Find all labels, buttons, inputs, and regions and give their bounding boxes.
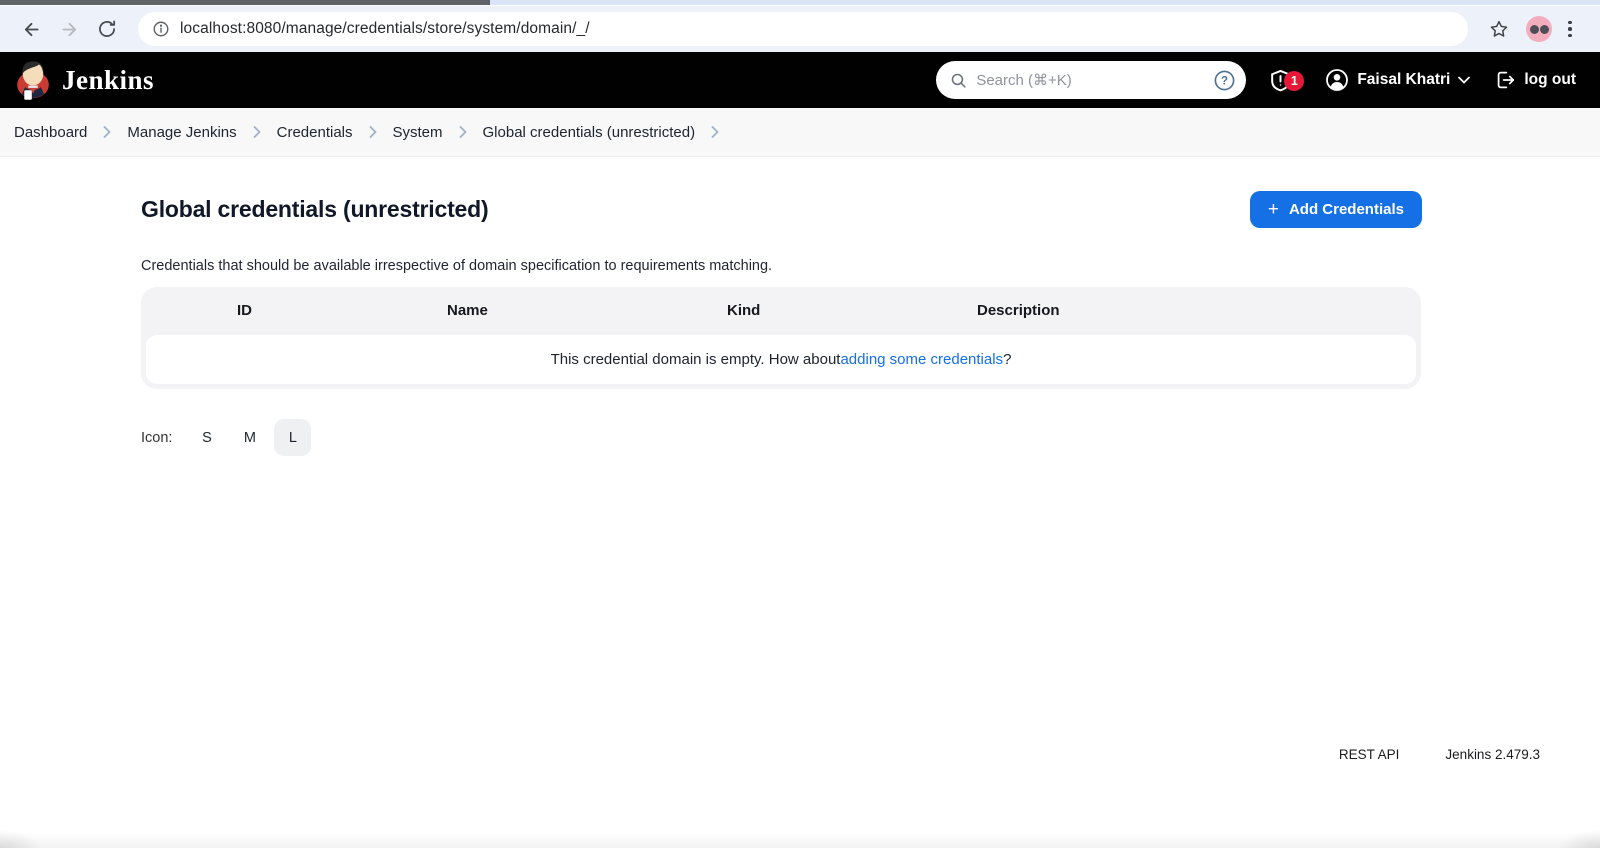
breadcrumb-chevron-icon[interactable] <box>711 126 719 138</box>
sunglasses-icon <box>1529 24 1539 34</box>
security-warnings-button[interactable]: 1 <box>1268 68 1305 93</box>
jenkins-wordmark: Jenkins <box>62 64 155 95</box>
window-corner-shading <box>0 822 1600 848</box>
title-row: Global credentials (unrestricted) + Add … <box>0 157 1600 228</box>
column-header-kind: Kind <box>727 302 761 319</box>
toolbar-right <box>1482 12 1578 46</box>
add-credentials-button[interactable]: + Add Credentials <box>1249 191 1422 228</box>
logout-button[interactable]: log out <box>1494 69 1576 91</box>
browser-forward-button[interactable] <box>52 12 86 46</box>
icon-size-label: Icon: <box>141 429 173 446</box>
url-text[interactable]: localhost:8080/manage/credentials/store/… <box>180 20 590 38</box>
browser-menu-icon[interactable] <box>1562 15 1578 44</box>
bookmark-star-icon[interactable] <box>1482 12 1516 46</box>
breadcrumb-item-dashboard[interactable]: Dashboard <box>14 124 87 141</box>
address-bar[interactable]: localhost:8080/manage/credentials/store/… <box>138 12 1468 46</box>
breadcrumb-chevron-icon <box>369 126 377 138</box>
browser-back-button[interactable] <box>14 12 48 46</box>
reload-icon <box>99 20 116 37</box>
user-menu[interactable]: Faisal Khatri <box>1325 68 1471 92</box>
browser-tab-edge <box>0 0 490 5</box>
browser-profile-avatar[interactable] <box>1526 16 1552 42</box>
breadcrumb: Dashboard Manage Jenkins Credentials Sys… <box>0 108 1600 157</box>
notification-count-badge: 1 <box>1284 70 1305 91</box>
column-header-name: Name <box>447 302 488 319</box>
credentials-table: ID Name Kind Description This credential… <box>141 287 1421 389</box>
credentials-table-header: ID Name Kind Description <box>141 287 1421 335</box>
forward-arrow-icon <box>61 22 76 36</box>
main-content: Global credentials (unrestricted) + Add … <box>0 157 1600 798</box>
breadcrumb-chevron-icon <box>253 126 261 138</box>
browser-window: localhost:8080/manage/credentials/store/… <box>0 0 1600 848</box>
rest-api-link[interactable]: REST API <box>1339 747 1400 762</box>
breadcrumb-item-system[interactable]: System <box>393 124 443 141</box>
browser-toolbar: localhost:8080/manage/credentials/store/… <box>0 5 1600 52</box>
domain-description: Credentials that should be available irr… <box>141 258 773 274</box>
search-help-icon[interactable]: ? <box>1213 69 1236 92</box>
search-input[interactable] <box>976 71 1205 89</box>
column-header-description: Description <box>977 302 1060 319</box>
logout-icon <box>1498 71 1515 89</box>
icon-size-medium-button[interactable]: M <box>231 419 268 456</box>
site-info-icon[interactable] <box>152 20 170 38</box>
jenkins-butler-logo <box>17 61 49 100</box>
user-name: Faisal Khatri <box>1357 71 1451 88</box>
page-footer: REST API Jenkins 2.479.3 <box>1339 747 1540 762</box>
back-arrow-icon <box>24 22 39 36</box>
user-avatar-icon <box>1326 69 1349 91</box>
breadcrumb-item-global-credentials[interactable]: Global credentials (unrestricted) <box>483 124 696 141</box>
plus-icon: + <box>1267 198 1279 220</box>
search-icon <box>952 73 966 88</box>
breadcrumb-item-credentials[interactable]: Credentials <box>277 124 353 141</box>
icon-size-selector: Icon: S M L <box>0 389 1600 456</box>
empty-table-row: This credential domain is empty. How abo… <box>146 335 1416 384</box>
adding-credentials-link[interactable]: adding some credentials <box>840 351 1003 368</box>
header-actions: ? 1 Faisal Khatri log out <box>936 61 1576 99</box>
icon-size-small-button[interactable]: S <box>188 419 225 456</box>
breadcrumb-chevron-icon <box>459 126 467 138</box>
browser-reload-button[interactable] <box>90 12 124 46</box>
breadcrumb-item-manage-jenkins[interactable]: Manage Jenkins <box>127 124 236 141</box>
icon-size-large-button[interactable]: L <box>274 419 312 456</box>
column-header-id: ID <box>237 302 252 319</box>
breadcrumb-chevron-icon <box>103 126 111 138</box>
jenkins-home-link[interactable]: Jenkins <box>14 58 154 102</box>
logout-label: log out <box>1524 71 1576 88</box>
svg-text:?: ? <box>1221 75 1228 87</box>
jenkins-header: Jenkins ? 1 Faisal Khatri log out <box>0 52 1600 108</box>
search-box[interactable]: ? <box>936 61 1247 99</box>
page-title: Global credentials (unrestricted) <box>141 196 489 222</box>
chevron-down-icon <box>1458 76 1471 84</box>
empty-message-suffix: ? <box>1003 351 1012 368</box>
add-credentials-label: Add Credentials <box>1288 201 1404 218</box>
empty-message-prefix: This credential domain is empty. How abo… <box>550 351 841 368</box>
jenkins-version[interactable]: Jenkins 2.479.3 <box>1445 747 1540 762</box>
